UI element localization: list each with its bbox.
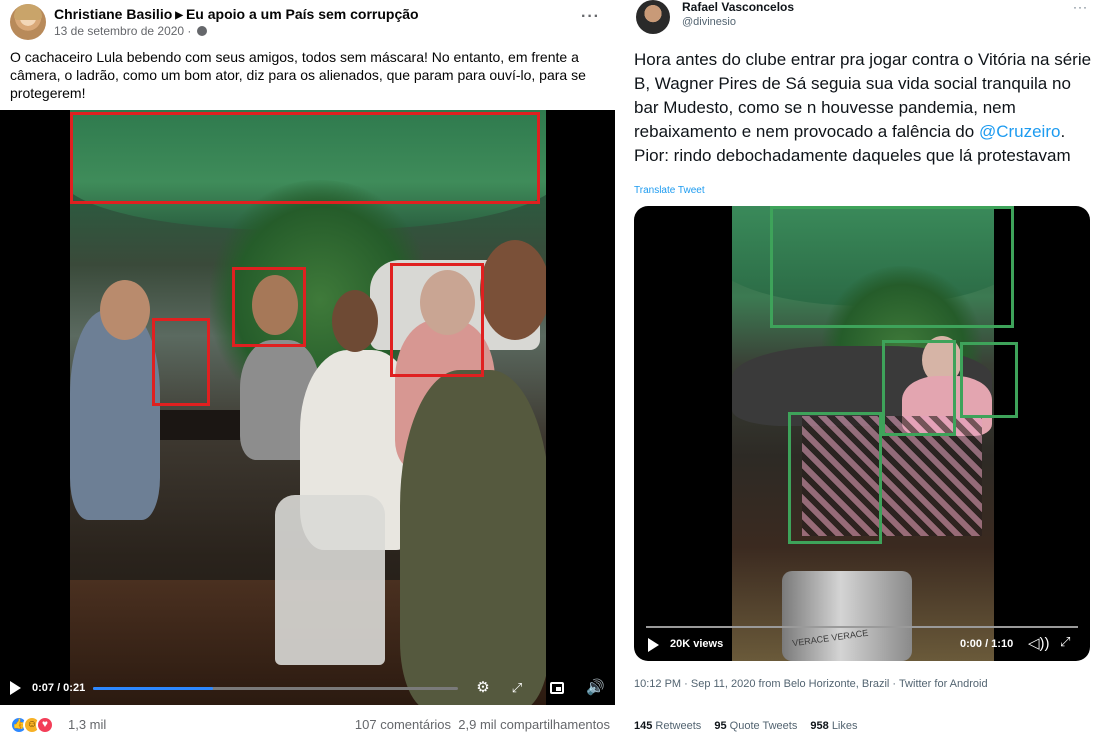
author-name[interactable]: Rafael Vasconcelos [682,0,794,14]
reactions[interactable]: 👍 ☺ ♥ [10,716,64,734]
lattice-panel [802,416,982,536]
play-icon[interactable] [10,681,21,695]
video-controls: 20K views 0:00 / 1:10 ◁)) ⤢ [634,626,1090,661]
globe-icon [196,26,207,36]
likes-label: Likes [831,720,858,732]
likes-stat[interactable]: 958 Likes [810,720,857,732]
person-head [332,290,378,352]
author-name[interactable]: Christiane Basilio [54,6,172,22]
video-progress-bar[interactable] [93,687,458,690]
translate-link[interactable]: Translate Tweet [634,185,705,196]
person-head [252,275,298,335]
more-options-button[interactable]: ··· [1073,0,1088,14]
post-footer: 👍 ☺ ♥ 1,3 mil 107 comentários 2,9 mil co… [10,714,610,738]
retweets-label: Retweets [655,720,702,732]
author-handle[interactable]: @divinesio [682,16,736,28]
person-head [100,280,150,340]
retweets-count: 145 [634,720,653,732]
video-progress-fill [93,687,214,690]
white-chair [275,495,385,665]
gear-icon[interactable]: ⚙ [474,679,492,697]
tweet-text: Hora antes do clube entrar pra jogar con… [634,48,1094,168]
author-avatar[interactable] [10,4,46,40]
video-frame [70,110,546,705]
post-header: Christiane Basilio ▶ Eu apoio a um País se… [10,4,610,40]
play-icon[interactable] [648,638,659,652]
facebook-post: Christiane Basilio ▶ Eu apoio a um País se… [0,0,620,741]
love-icon: ♥ [36,716,54,734]
author-avatar[interactable] [636,0,670,34]
quotes-stat[interactable]: 95 Quote Tweets [714,720,797,732]
person-head [480,240,546,340]
fullscreen-icon[interactable]: ⤢ [1060,634,1070,650]
mention-link[interactable]: @Cruzeiro [979,122,1061,141]
video-time: 0:00 / 1:10 [960,638,1014,650]
video-controls: 0:07 / 0:21 ⚙ ⤢ 🔊 [0,675,615,705]
video-frame: VERACE VERACE [732,206,994,661]
tweet: Rafael Vasconcelos @divinesio ··· Hora a… [620,0,1100,741]
quotes-count: 95 [714,720,727,732]
reactions-count[interactable]: 1,3 mil [68,717,106,732]
expand-icon[interactable]: ⤢ [508,679,526,697]
post-date-text[interactable]: 13 de setembro de 2020 · [54,24,191,38]
quotes-label: Quote Tweets [729,720,798,732]
person-foreground [400,370,546,705]
group-name[interactable]: Eu apoio a um País sem corrupção [186,6,419,22]
volume-icon[interactable]: ◁)) [1028,634,1050,652]
person [70,310,160,520]
comments-count[interactable]: 107 comentários [355,717,451,732]
likes-count: 958 [810,720,829,732]
shares-count[interactable]: 2,9 mil compartilhamentos [458,717,610,732]
video-time: 0:07 / 0:21 [32,682,86,694]
person-head [420,270,475,335]
arrow-right-icon: ▶ [175,10,183,21]
retweets-stat[interactable]: 145 Retweets [634,720,701,732]
post-date: 13 de setembro de 2020 · [54,24,207,38]
view-count: 20K views [670,638,724,650]
tweet-stats: 145 Retweets 95 Quote Tweets 958 Likes [634,720,868,732]
engagement-stats: 107 comentários 2,9 mil compartilhamento… [355,717,610,732]
video-player[interactable]: VERACE VERACE 20K views 0:00 / 1:10 ◁)) … [634,206,1090,661]
more-options-button[interactable]: ··· [581,8,600,26]
volume-icon[interactable]: 🔊 [586,679,605,697]
tweet-metadata[interactable]: 10:12 PM · Sep 11, 2020 from Belo Horizo… [634,678,988,690]
picture-in-picture-icon[interactable] [548,679,566,697]
post-text: O cachaceiro Lula bebendo com seus amigo… [10,49,586,101]
video-progress-bar[interactable] [646,626,1078,628]
author-line: Christiane Basilio ▶ Eu apoio a um País se… [54,6,419,22]
video-player[interactable]: 0:07 / 0:21 ⚙ ⤢ 🔊 [0,110,615,705]
